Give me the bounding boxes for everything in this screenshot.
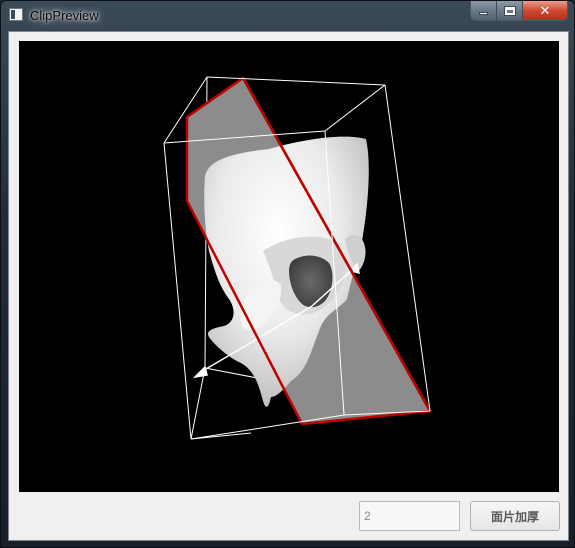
- close-button[interactable]: ✕: [523, 1, 567, 20]
- client-area: 面片加厚: [8, 31, 569, 541]
- title-bar[interactable]: ClipPreview ✕: [1, 1, 574, 31]
- window-icon[interactable]: [9, 8, 23, 21]
- caption-buttons: ✕: [470, 1, 568, 21]
- maximize-button[interactable]: [497, 1, 523, 20]
- thicken-surface-button[interactable]: 面片加厚: [470, 501, 560, 531]
- window-title: ClipPreview: [30, 8, 99, 23]
- maximize-icon: [503, 5, 516, 16]
- minimize-button[interactable]: [471, 1, 497, 20]
- thickness-input[interactable]: [359, 501, 460, 531]
- clip-preview-window: ClipPreview ✕ 2 面片加厚: [0, 0, 575, 548]
- minimize-icon: [479, 12, 488, 15]
- 3d-viewport[interactable]: [19, 41, 559, 492]
- close-icon: ✕: [539, 2, 551, 18]
- 3d-scene: [163, 76, 433, 440]
